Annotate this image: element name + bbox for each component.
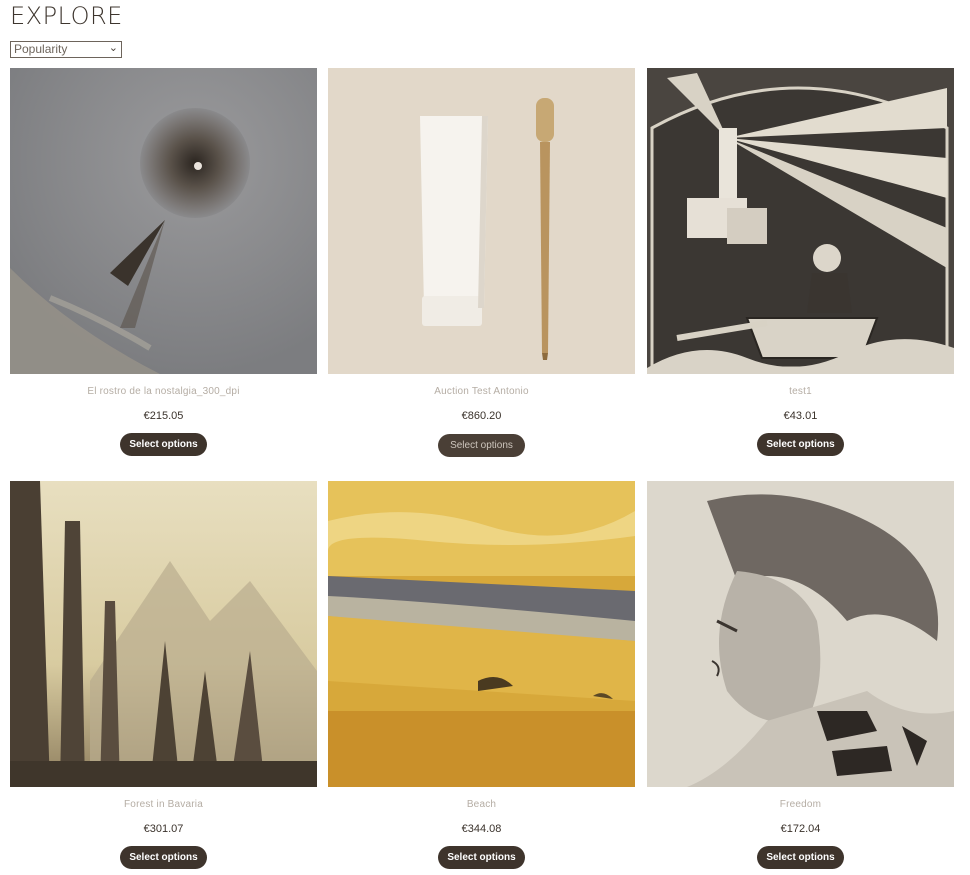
select-options-button[interactable]: Select options [438, 434, 525, 457]
page-title: EXPLORE [10, 2, 123, 30]
product-price: €860.20 [461, 410, 502, 422]
product-name[interactable]: Forest in Bavaria [10, 799, 317, 810]
select-options-button[interactable]: Select options [438, 846, 525, 869]
product-price: €301.07 [143, 823, 184, 835]
product-name[interactable]: El rostro de la nostalgia_300_dpi [10, 386, 317, 397]
product-image[interactable] [10, 68, 317, 374]
sort-selected-value: Popularity [14, 42, 68, 56]
product-price: €344.08 [461, 823, 502, 835]
product-name[interactable]: Freedom [647, 799, 954, 810]
product-name[interactable]: Auction Test Antonio [328, 386, 635, 397]
product-image[interactable] [328, 68, 635, 374]
product-price: €215.05 [143, 410, 184, 422]
select-options-button[interactable]: Select options [757, 433, 844, 456]
select-options-button[interactable]: Select options [757, 846, 844, 869]
product-price: €172.04 [780, 823, 821, 835]
product-image[interactable] [10, 481, 317, 787]
select-options-button[interactable]: Select options [120, 433, 207, 456]
chevron-down-icon: ⌄ [108, 42, 118, 54]
product-image[interactable] [328, 481, 635, 787]
product-name[interactable]: Beach [328, 799, 635, 810]
product-image[interactable] [647, 481, 954, 787]
product-image[interactable] [647, 68, 954, 374]
select-options-button[interactable]: Select options [120, 846, 207, 869]
sort-select[interactable]: Popularity ⌄ [10, 41, 122, 58]
product-price: €43.01 [783, 410, 818, 422]
product-name[interactable]: test1 [647, 386, 954, 397]
